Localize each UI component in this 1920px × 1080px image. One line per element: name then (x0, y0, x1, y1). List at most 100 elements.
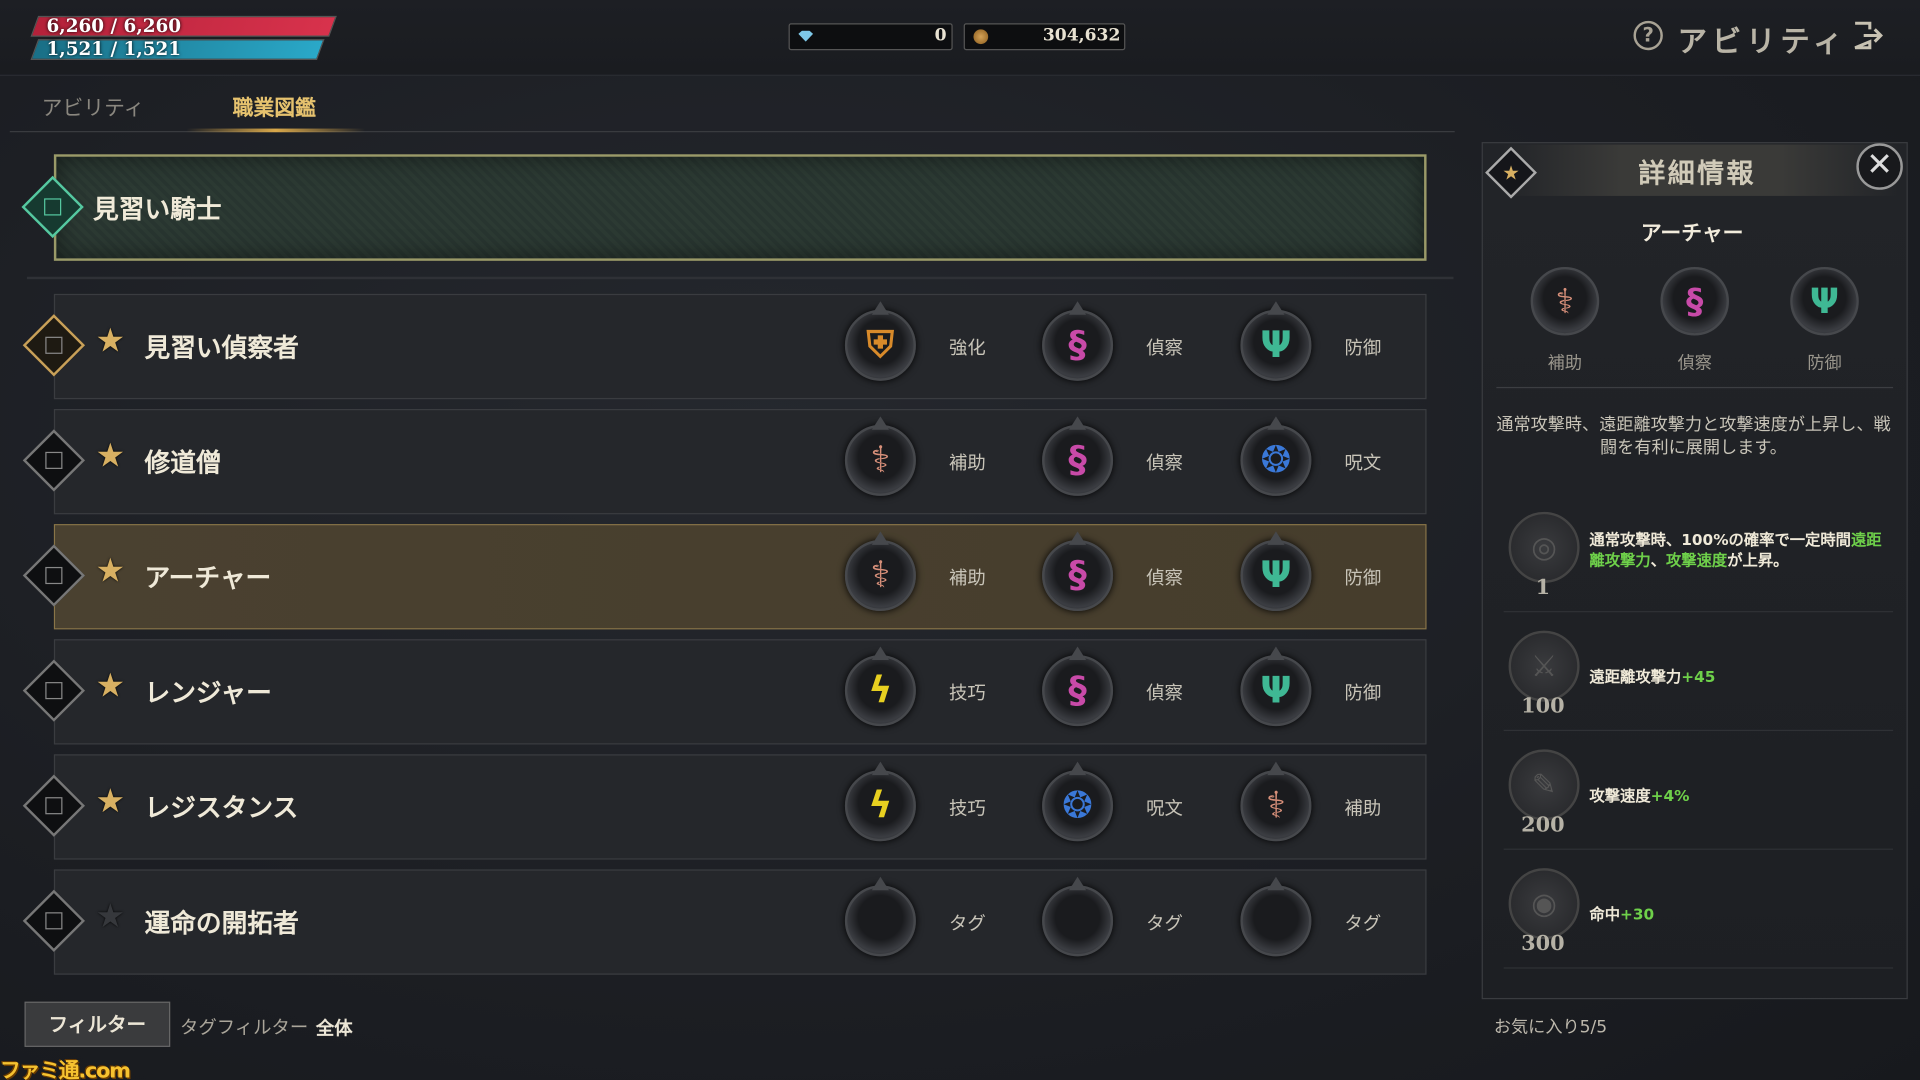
detail-tag-label: 偵察 (1677, 353, 1712, 374)
spear-wings-icon: Ψ (1240, 646, 1312, 727)
spear-wings-icon: Ψ (1240, 531, 1312, 612)
detail-separator (1496, 386, 1894, 389)
dagger-snake-icon: § (1042, 301, 1114, 381)
gold-count: 304,632 (1042, 25, 1121, 46)
tag-label: 呪文 (1344, 451, 1382, 474)
tag-label: 防御 (1344, 336, 1382, 359)
gem-count: 0 (934, 25, 947, 46)
detail-title: 詳細情報 (1638, 159, 1756, 190)
detail-tag-label: 防御 (1807, 353, 1842, 374)
detail-class-name: アーチャー (1640, 221, 1744, 247)
tag-label: 補助 (948, 566, 986, 589)
lightning-wing-icon: ϟ (844, 761, 916, 842)
detail-description: 通常攻撃時、遠距離攻撃力と攻撃速度が上昇し、戦闘を有利に展開します。 (1496, 415, 1891, 458)
tag-label: 技巧 (948, 797, 986, 820)
tag-label: 偵察 (1146, 682, 1183, 705)
tag-label: 防御 (1344, 566, 1382, 589)
tag-filter-value[interactable]: 全体 (316, 1015, 353, 1041)
dagger-snake-icon: § (1042, 531, 1114, 612)
skill-emblem-icon: ◎ (1508, 511, 1580, 583)
tag-label: タグ (948, 912, 986, 935)
skill-emblem-icon: ◉ (1508, 868, 1580, 940)
class-name: レンジャー (144, 678, 272, 708)
watermark-logo: ファミ通.com (0, 1059, 131, 1080)
mp-text: 1,521 / 1,521 (46, 37, 182, 61)
close-button[interactable]: ✕ (1856, 143, 1903, 190)
staff-wings-icon: ⚕ (1530, 266, 1600, 336)
empty-icon (844, 876, 916, 957)
skill-text: 命中+30 (1589, 904, 1883, 925)
lightning-wing-icon: ϟ (844, 646, 916, 727)
top-bar (0, 0, 1920, 76)
favorite-star-icon[interactable]: ★ (96, 437, 126, 475)
section-divider (26, 276, 1454, 280)
class-name: アーチャー (144, 563, 272, 593)
skill-text-part: +30 (1620, 904, 1655, 924)
favorites-count: お気に入り5/5 (1493, 1017, 1608, 1038)
orb-flame-icon: ❂ (1042, 761, 1114, 842)
class-row-apprentice-knight[interactable] (53, 154, 1427, 261)
tag-label: 偵察 (1146, 336, 1183, 359)
skill-level: 1 (1535, 575, 1551, 601)
skill-text: 攻撃速度+4% (1589, 785, 1883, 806)
tag-label: 強化 (948, 336, 986, 359)
class-name: 見習い偵察者 (144, 333, 299, 363)
dagger-snake-icon: § (1660, 266, 1729, 336)
empty-icon (1240, 876, 1312, 957)
skill-text-part: +45 (1681, 667, 1716, 686)
skill-emblem-icon: ✎ (1508, 749, 1580, 821)
spear-wings-icon: Ψ (1790, 266, 1859, 336)
favorite-star-icon[interactable]: ★ (96, 552, 126, 590)
skill-level: 100 (1521, 694, 1565, 719)
tab-ability[interactable]: アビリティ (42, 91, 145, 133)
skill-level: 300 (1521, 931, 1565, 957)
skill-text: 遠距離攻撃力+45 (1589, 666, 1883, 687)
favorite-star-icon[interactable]: ★ (96, 782, 126, 820)
skill-text-part: +4% (1650, 786, 1690, 805)
dagger-snake-icon: § (1042, 646, 1114, 727)
tag-label: 補助 (948, 451, 986, 474)
skill-text-part: が上昇。 (1727, 551, 1789, 570)
skill-text-part: 通常攻撃時、100%の確率で一定時間 (1589, 530, 1851, 549)
dagger-snake-icon: § (1042, 416, 1114, 496)
skill-text-part: 攻撃速度 (1589, 786, 1651, 805)
tag-label: 呪文 (1146, 797, 1183, 820)
tag-label: タグ (1146, 912, 1183, 935)
tag-label: 偵察 (1146, 566, 1183, 589)
spear-wings-icon: Ψ (1240, 301, 1312, 381)
skill-text-part: 、 (1650, 551, 1666, 570)
favorite-star-icon[interactable]: ★ (96, 667, 126, 705)
tag-label: 偵察 (1146, 451, 1183, 474)
tag-label: 防御 (1344, 682, 1382, 705)
class-name: 修道僧 (144, 448, 222, 478)
staff-wings-icon: ⚕ (844, 416, 916, 496)
active-tab-underline (186, 128, 365, 133)
exit-icon[interactable] (1851, 20, 1883, 52)
favorite-star-icon[interactable]: ★ (96, 898, 126, 936)
skill-level: 200 (1521, 813, 1565, 838)
skill-text-part: 攻撃速度 (1665, 551, 1728, 570)
class-row[interactable] (53, 408, 1427, 515)
orb-flame-icon: ❂ (1240, 416, 1312, 496)
empty-icon (1042, 876, 1114, 957)
tag-filter-label: タグフィルター (180, 1016, 309, 1039)
skill-text-part: 命中 (1589, 904, 1621, 924)
detail-tag-label: 補助 (1547, 353, 1583, 374)
favorite-star-icon[interactable]: ★ (96, 322, 126, 360)
tag-label: 技巧 (948, 682, 986, 705)
tag-label: 補助 (1344, 797, 1382, 820)
class-name: 運命の開拓者 (144, 908, 299, 938)
help-icon[interactable]: ? (1633, 20, 1663, 51)
hp-text: 6,260 / 6,260 (46, 14, 182, 37)
shield-helm-icon: ⛨ (844, 301, 916, 381)
tab-job-encyclopedia[interactable]: 職業図鑑 (233, 91, 316, 133)
skill-emblem-icon: ⚔ (1508, 630, 1580, 702)
class-name: レジスタンス (144, 793, 299, 823)
tag-label: タグ (1344, 912, 1382, 935)
coin-icon (973, 29, 989, 45)
filter-button[interactable]: フィルター (24, 1001, 171, 1047)
screen-title: アビリティ (1677, 24, 1848, 59)
staff-wings-icon: ⚕ (844, 531, 916, 612)
staff-wings-icon: ⚕ (1240, 761, 1312, 842)
class-name: 見習い騎士 (93, 194, 222, 225)
